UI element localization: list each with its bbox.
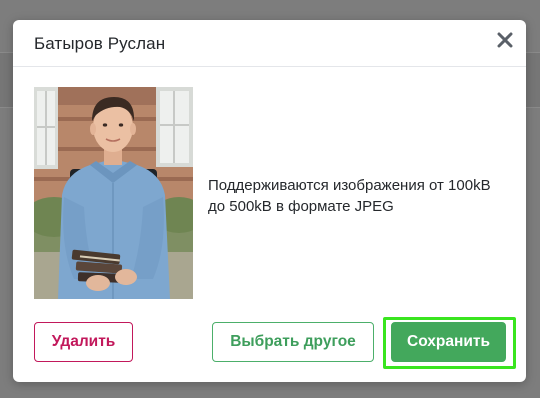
dialog-header: Батыров Руслан: [13, 20, 526, 67]
profile-photo: [34, 87, 193, 299]
close-icon[interactable]: [496, 31, 514, 49]
dialog-title: Батыров Руслан: [34, 34, 166, 53]
choose-other-label: Выбрать другое: [230, 333, 356, 350]
delete-button[interactable]: Удалить: [34, 322, 133, 362]
photo-dialog: Батыров Руслан Поддерживаются изображени…: [13, 20, 526, 382]
choose-other-button[interactable]: Выбрать другое: [212, 322, 374, 362]
save-button[interactable]: Сохранить: [391, 322, 506, 362]
upload-hint: Поддерживаются изображения от 100kB до 5…: [208, 177, 491, 215]
